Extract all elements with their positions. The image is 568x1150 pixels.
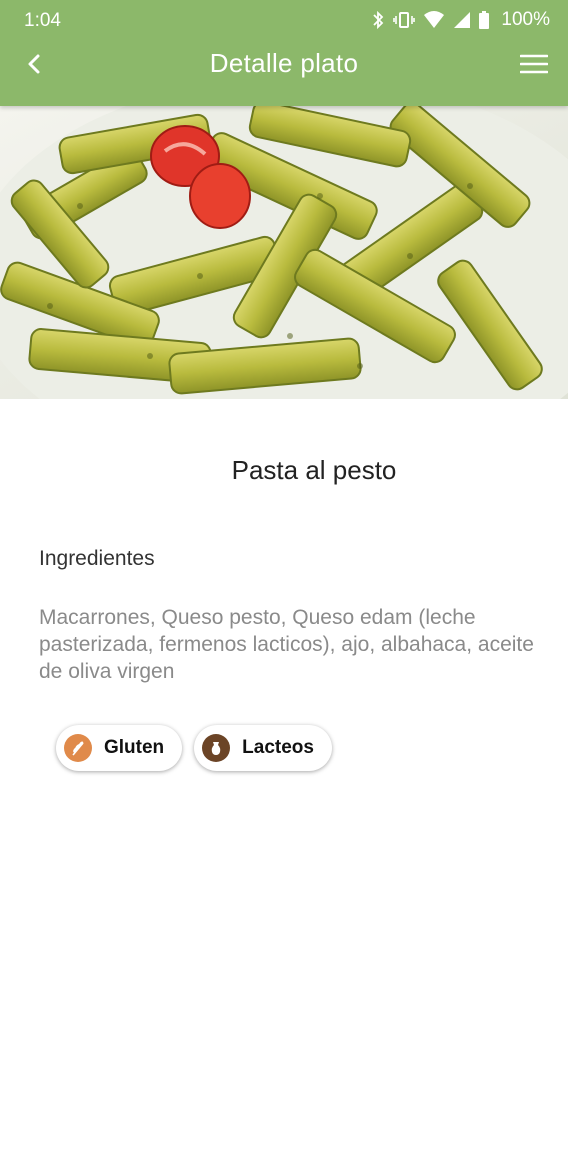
dish-name: Pasta al pesto bbox=[231, 455, 397, 485]
battery-icon bbox=[479, 11, 490, 29]
page-title: Detalle plato bbox=[209, 48, 359, 78]
menu-button[interactable] bbox=[518, 50, 550, 82]
allergen-label-gluten: Gluten bbox=[104, 737, 165, 758]
hamburger-menu-icon bbox=[519, 54, 549, 79]
bluetooth-icon bbox=[371, 10, 385, 30]
allergen-chip-gluten[interactable]: Gluten bbox=[56, 725, 183, 771]
signal-icon bbox=[453, 11, 471, 29]
battery-percent: 100% bbox=[501, 9, 550, 30]
ingredients-text: Macarrones, Queso pesto, Queso edam (lec… bbox=[39, 606, 534, 683]
wifi-icon bbox=[423, 11, 445, 29]
allergen-label-lacteos: Lacteos bbox=[242, 737, 314, 758]
dish-photo bbox=[0, 106, 568, 399]
milk-jug-icon bbox=[202, 734, 231, 762]
allergen-chips: Gluten Lacteos bbox=[56, 725, 332, 771]
status-icons: 100% bbox=[371, 9, 550, 31]
wheat-icon bbox=[64, 734, 92, 762]
app-bar: 1:04 100% Detalle plato bbox=[0, 0, 568, 106]
allergen-chip-lacteos[interactable]: Lacteos bbox=[194, 725, 332, 771]
status-time: 1:04 bbox=[24, 10, 61, 31]
status-bar: 1:04 100% bbox=[0, 0, 568, 40]
vibrate-icon bbox=[393, 10, 416, 30]
ingredients-label: Ingredientes bbox=[39, 547, 155, 570]
